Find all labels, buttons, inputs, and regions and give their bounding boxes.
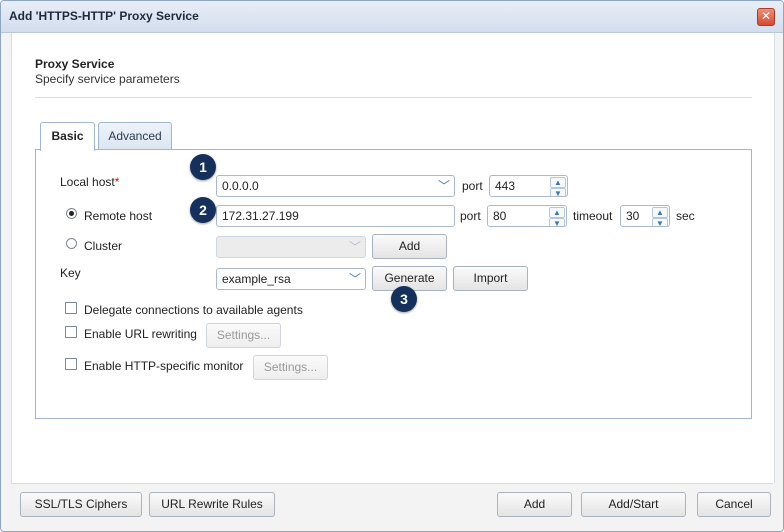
remote-host-value: 172.31.27.199 [222, 209, 299, 223]
chevron-down-icon[interactable]: ﹀ [345, 237, 365, 257]
dialog-title: Add 'HTTPS-HTTP' Proxy Service [9, 9, 199, 23]
key-label: Key [60, 266, 81, 280]
cluster-combo[interactable]: ﹀ [216, 236, 366, 258]
delegate-label: Delegate connections to available agents [84, 303, 303, 317]
spin-up-icon[interactable]: ▲ [549, 207, 565, 218]
spinner[interactable]: ▲ ▼ [652, 207, 668, 226]
remote-host-radio[interactable] [66, 208, 77, 219]
key-value: example_rsa [222, 272, 291, 286]
add-start-button[interactable]: Add/Start [581, 492, 686, 517]
cluster-add-button[interactable]: Add [372, 234, 447, 259]
chevron-down-icon[interactable]: ﹀ [345, 269, 365, 289]
header-divider [35, 97, 752, 98]
timeout-unit: sec [676, 209, 695, 223]
local-port-label: port [462, 179, 483, 193]
callout-marker-3: 3 [391, 286, 417, 312]
dialog-footer: SSL/TLS Ciphers URL Rewrite Rules Add Ad… [11, 483, 773, 531]
close-icon: ✕ [760, 9, 772, 23]
remote-port-value: 80 [493, 209, 507, 223]
spin-down-icon[interactable]: ▼ [549, 218, 565, 226]
remote-port-label: port [460, 209, 481, 223]
spin-down-icon[interactable]: ▼ [550, 188, 566, 196]
cluster-radio[interactable] [66, 238, 77, 249]
url-rewrite-rules-button[interactable]: URL Rewrite Rules [149, 492, 275, 517]
delegate-checkbox[interactable] [65, 302, 77, 314]
add-button[interactable]: Add [497, 492, 572, 517]
local-host-value: 0.0.0.0 [222, 179, 259, 193]
section-title: Proxy Service [35, 57, 115, 71]
remote-port-stepper[interactable]: 80 ▲ ▼ [487, 205, 567, 227]
spin-down-icon[interactable]: ▼ [652, 218, 668, 226]
http-monitor-label: Enable HTTP-specific monitor [84, 359, 244, 373]
required-mark: * [114, 175, 120, 189]
proxy-service-dialog: Add 'HTTPS-HTTP' Proxy Service ✕ Proxy S… [0, 0, 784, 532]
cluster-label: Cluster [84, 239, 123, 253]
tab-advanced[interactable]: Advanced [98, 122, 172, 150]
timeout-stepper[interactable]: 30 ▲ ▼ [620, 205, 670, 227]
spinner[interactable]: ▲ ▼ [550, 177, 566, 196]
local-port-stepper[interactable]: 443 ▲ ▼ [489, 175, 568, 197]
url-rewriting-checkbox[interactable] [65, 326, 77, 338]
section-subtitle: Specify service parameters [35, 72, 180, 86]
key-combo[interactable]: example_rsa ﹀ [216, 268, 366, 290]
http-monitor-settings-button[interactable]: Settings... [253, 355, 328, 380]
url-rewriting-settings-button[interactable]: Settings... [206, 323, 281, 348]
local-host-combo[interactable]: 0.0.0.0 ﹀ [216, 175, 455, 197]
callout-marker-2: 2 [190, 197, 216, 223]
spin-up-icon[interactable]: ▲ [652, 207, 668, 218]
basic-tab-panel: Local host* 0.0.0.0 ﹀ port 443 ▲ ▼ Remot… [35, 149, 752, 419]
close-button[interactable]: ✕ [757, 8, 775, 26]
timeout-value: 30 [626, 209, 640, 223]
remote-host-label: Remote host [84, 209, 153, 223]
cancel-button[interactable]: Cancel [697, 492, 771, 517]
timeout-label: timeout [573, 209, 613, 223]
tab-basic[interactable]: Basic [40, 122, 95, 151]
spin-up-icon[interactable]: ▲ [550, 177, 566, 188]
remote-host-input[interactable]: 172.31.27.199 [216, 205, 455, 227]
callout-marker-1: 1 [190, 154, 216, 180]
local-port-value: 443 [495, 179, 516, 193]
dialog-content: Proxy Service Specify service parameters… [11, 33, 775, 483]
ssl-tls-ciphers-button[interactable]: SSL/TLS Ciphers [20, 492, 142, 517]
chevron-down-icon[interactable]: ﹀ [434, 176, 454, 196]
spinner[interactable]: ▲ ▼ [549, 207, 565, 226]
http-monitor-checkbox[interactable] [65, 358, 77, 370]
url-rewriting-label: Enable URL rewriting [84, 327, 197, 341]
local-host-label: Local host* [60, 175, 120, 189]
import-key-button[interactable]: Import [453, 266, 528, 291]
title-bar[interactable]: Add 'HTTPS-HTTP' Proxy Service ✕ [1, 1, 783, 33]
